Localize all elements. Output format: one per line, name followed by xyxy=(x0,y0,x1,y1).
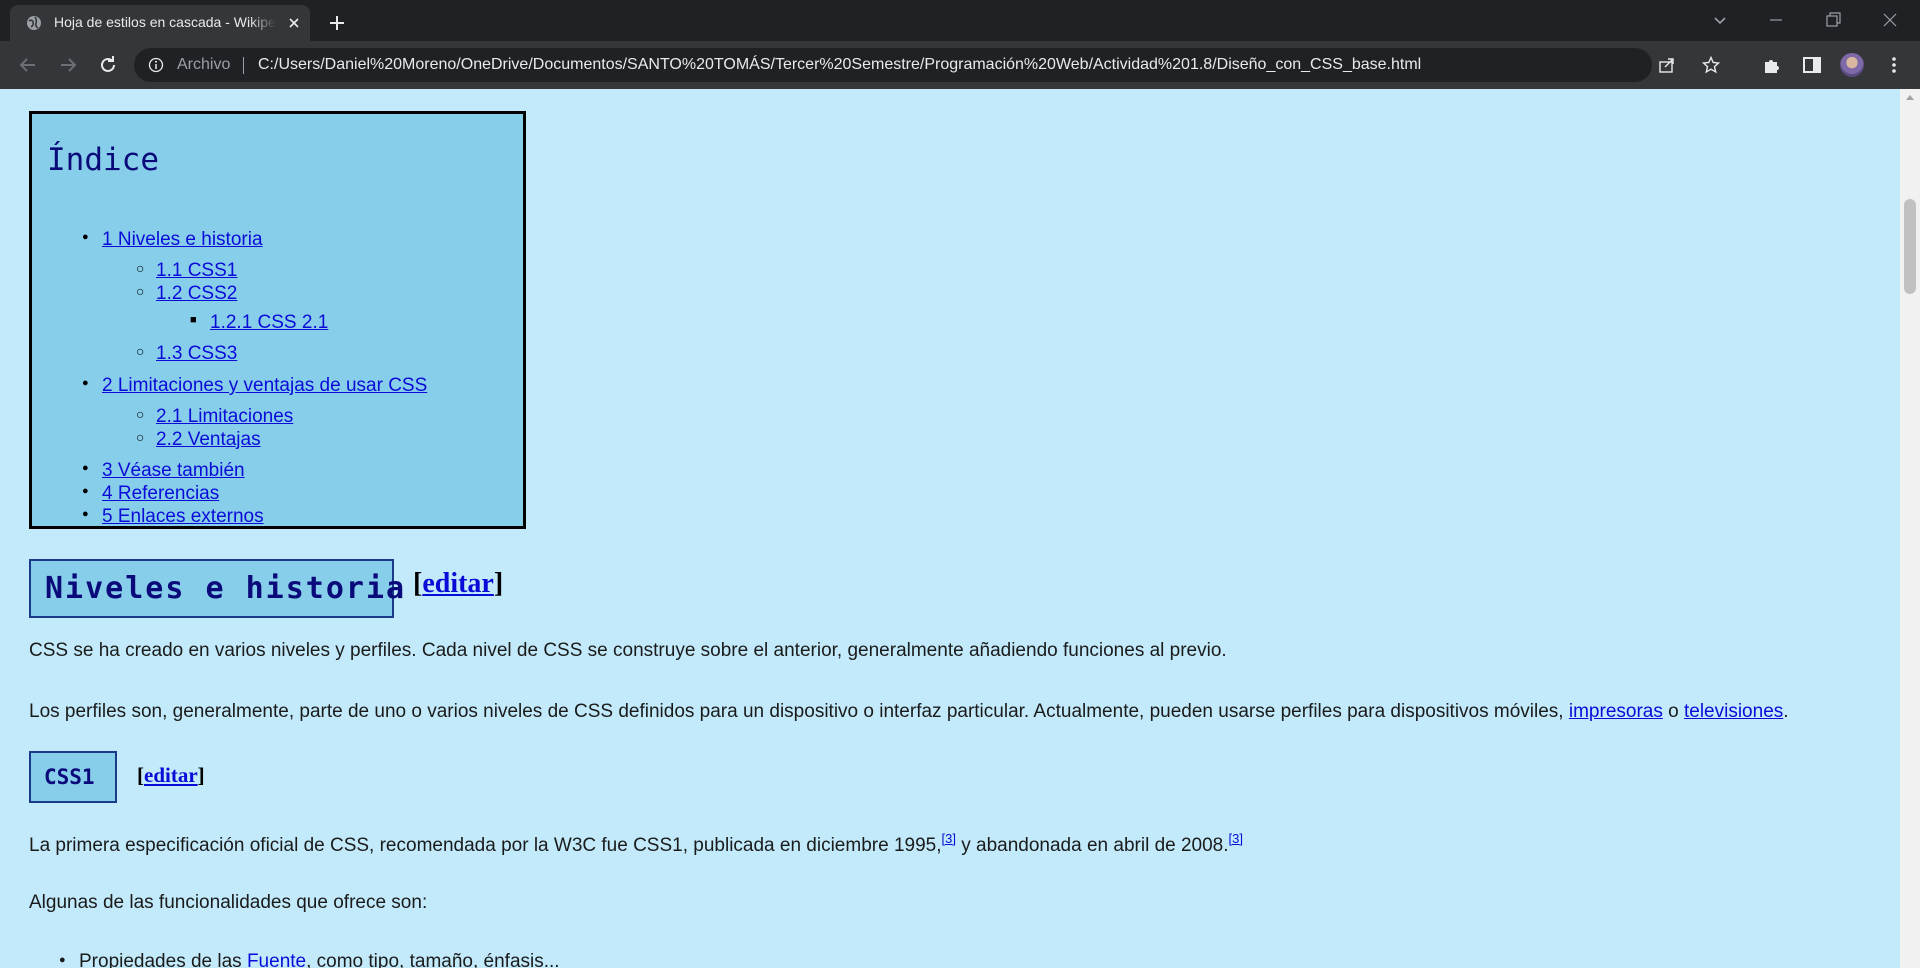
list-item: Propiedades de las Fuente, como tipo, ta… xyxy=(59,951,560,968)
toc-link[interactable]: 3 Véase también xyxy=(102,460,245,481)
toc-link[interactable]: 2.1 Limitaciones xyxy=(156,406,293,427)
tab-strip: Hoja de estilos en cascada - Wikipedia xyxy=(0,0,1920,41)
toc-link[interactable]: 1.1 CSS1 xyxy=(156,260,237,281)
edit-link[interactable]: editar xyxy=(422,568,494,599)
scroll-up-arrow-icon[interactable] xyxy=(1905,93,1915,101)
font-link[interactable]: Fuente xyxy=(247,951,306,968)
paragraph: Algunas de las funcionalidades que ofrec… xyxy=(29,892,428,913)
browser-tab[interactable]: Hoja de estilos en cascada - Wikipedia xyxy=(10,5,310,41)
more-menu-icon[interactable] xyxy=(1884,55,1904,75)
url-scheme: Archivo xyxy=(177,56,231,73)
globe-icon xyxy=(27,16,41,30)
toc-link[interactable]: 1.2.1 CSS 2.1 xyxy=(210,312,328,333)
subsection-heading: CSS1 xyxy=(29,751,117,803)
close-window-icon[interactable] xyxy=(1878,8,1902,32)
toc-item: 1.1 CSS1 xyxy=(136,260,237,282)
section-heading: Niveles e historia xyxy=(29,559,404,618)
toc-link[interactable]: 1.2 CSS2 xyxy=(156,283,237,304)
televisions-link[interactable]: televisiones xyxy=(1684,701,1783,722)
table-of-contents: Índice 1 Niveles e historia 1.1 CSS1 1.2… xyxy=(29,111,526,529)
scrollbar[interactable] xyxy=(1900,89,1920,968)
printers-link[interactable]: impresoras xyxy=(1569,701,1663,722)
paragraph: La primera especificación oficial de CSS… xyxy=(29,831,1243,856)
reference-link[interactable]: [3] xyxy=(1229,831,1243,846)
reload-icon[interactable] xyxy=(96,53,120,77)
extensions-icon[interactable] xyxy=(1762,55,1782,75)
tab-title: Hoja de estilos en cascada - Wikipedia xyxy=(54,14,276,30)
url-separator xyxy=(243,57,244,74)
forward-icon[interactable] xyxy=(56,53,80,77)
scrollbar-thumb[interactable] xyxy=(1904,199,1916,294)
share-icon[interactable] xyxy=(1658,56,1676,74)
toc-item: 2.2 Ventajas xyxy=(136,429,261,451)
toc-item: 1 Niveles e historia xyxy=(82,229,263,251)
toc-item: 3 Véase también xyxy=(82,460,245,482)
edit-link[interactable]: editar xyxy=(144,763,198,787)
toc-item: 2.1 Limitaciones xyxy=(136,406,293,428)
new-tab-icon[interactable] xyxy=(325,11,349,35)
tab-search-icon[interactable] xyxy=(1708,8,1732,32)
toc-item: 5 Enlaces externos xyxy=(82,506,264,528)
profile-avatar[interactable] xyxy=(1840,53,1864,77)
toc-item: 4 Referencias xyxy=(82,483,219,505)
paragraph: Los perfiles son, generalmente, parte de… xyxy=(29,701,1789,722)
toc-link[interactable]: 1.3 CSS3 xyxy=(156,343,237,364)
minimize-icon[interactable] xyxy=(1764,8,1788,32)
page-content: Índice 1 Niveles e historia 1.1 CSS1 1.2… xyxy=(0,89,1900,968)
reference-link[interactable]: [3] xyxy=(942,831,956,846)
info-icon[interactable] xyxy=(148,57,164,73)
paragraph: CSS se ha creado en varios niveles y per… xyxy=(29,640,1227,661)
toc-title: Índice xyxy=(47,142,159,178)
subsection-heading-text: CSS1 xyxy=(44,765,95,789)
toc-link[interactable]: 4 Referencias xyxy=(102,483,219,504)
toc-item: 1.2 CSS2 xyxy=(136,283,237,305)
browser-toolbar: Archivo C:/Users/Daniel%20Moreno/OneDriv… xyxy=(0,41,1920,89)
edit-subsection-link: [editar] xyxy=(137,763,205,787)
toc-link[interactable]: 5 Enlaces externos xyxy=(102,506,264,527)
toc-link[interactable]: 1 Niveles e historia xyxy=(102,229,263,250)
edit-section-link: [editar] xyxy=(413,568,504,599)
restore-icon[interactable] xyxy=(1821,8,1845,32)
address-bar[interactable]: Archivo C:/Users/Daniel%20Moreno/OneDriv… xyxy=(134,48,1720,82)
toc-item: 2 Limitaciones y ventajas de usar CSS xyxy=(82,375,427,397)
toc-link[interactable]: 2.2 Ventajas xyxy=(156,429,261,450)
url-text[interactable]: C:/Users/Daniel%20Moreno/OneDrive/Docume… xyxy=(258,56,1421,74)
bookmark-star-icon[interactable] xyxy=(1702,56,1720,74)
toc-item: 1.2.1 CSS 2.1 xyxy=(190,312,328,334)
toc-item: 1.3 CSS3 xyxy=(136,343,237,365)
side-panel-icon[interactable] xyxy=(1802,55,1822,75)
section-heading-text: Niveles e historia xyxy=(45,571,407,606)
close-tab-icon[interactable] xyxy=(286,15,302,31)
toc-link[interactable]: 2 Limitaciones y ventajas de usar CSS xyxy=(102,375,427,396)
back-icon[interactable] xyxy=(16,53,40,77)
